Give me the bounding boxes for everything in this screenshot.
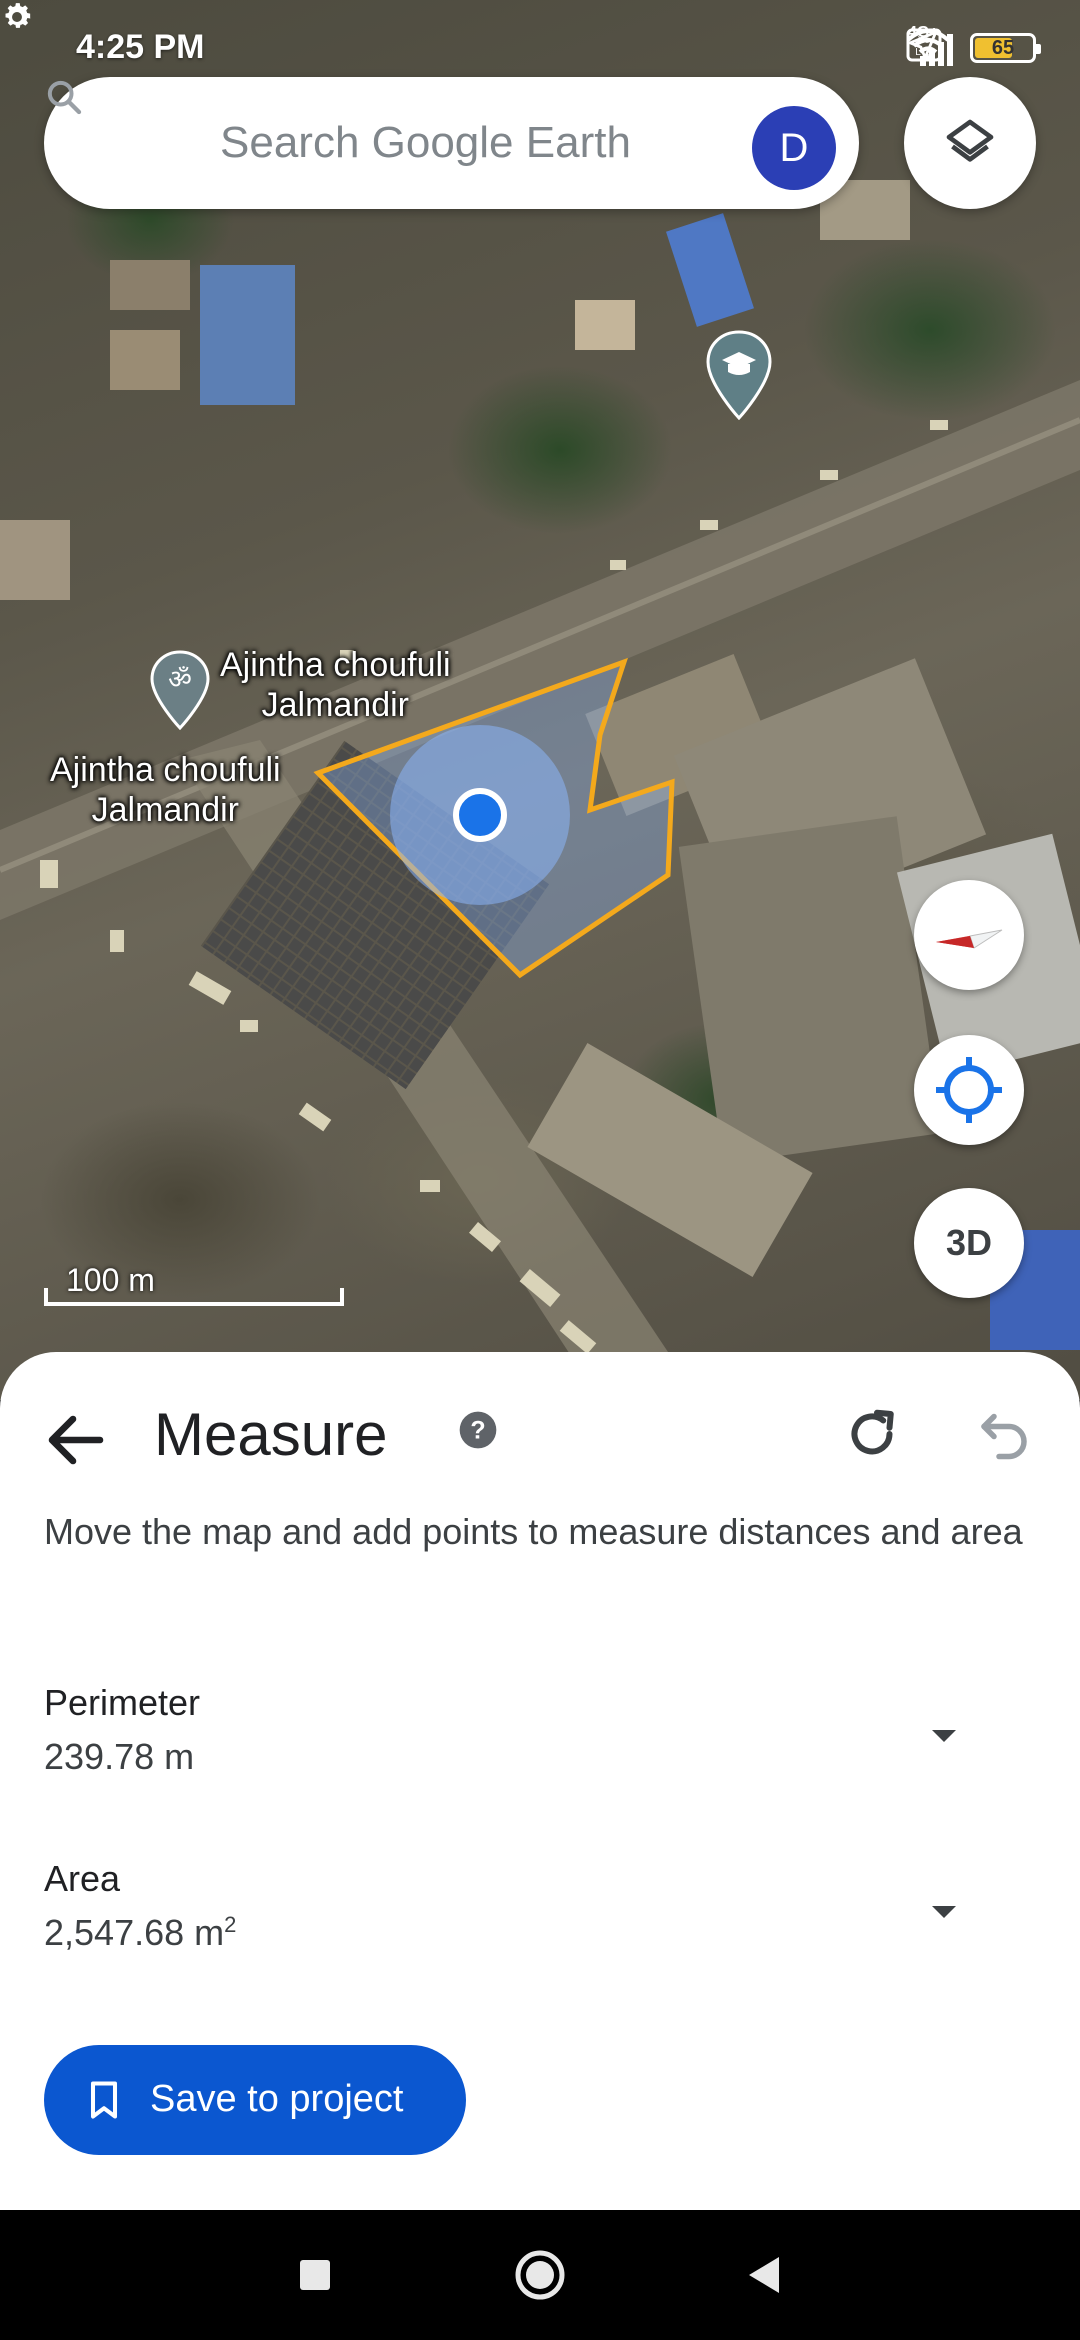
school-pin-icon[interactable] bbox=[706, 330, 772, 420]
back-arrow-icon[interactable] bbox=[40, 1404, 112, 1476]
layers-button[interactable] bbox=[904, 77, 1036, 209]
place-label-line1: Ajintha choufuli bbox=[220, 646, 451, 684]
place-label-line2: Jalmandir bbox=[261, 686, 409, 724]
measure-sheet: Measure ? Move the map and add points to… bbox=[0, 1352, 1080, 2210]
perimeter-row[interactable]: Perimeter 239.78 m bbox=[44, 1682, 1044, 1802]
perimeter-value: 239.78 m bbox=[44, 1736, 195, 1777]
measure-instructions: Move the map and add points to measure d… bbox=[44, 1511, 1023, 1552]
redo-icon[interactable] bbox=[842, 1404, 902, 1464]
place-label[interactable]: Ajintha choufuli Jalmandir bbox=[220, 645, 451, 725]
place-label[interactable]: Ajintha choufuli Jalmandir bbox=[50, 750, 281, 830]
help-icon[interactable]: ? bbox=[458, 1410, 498, 1450]
compass-button[interactable] bbox=[914, 880, 1024, 990]
sheet-title: Measure bbox=[154, 1401, 388, 1468]
status-icons: Vo LTE 4G+ 65 bbox=[906, 24, 1041, 68]
area-unit-dropdown-icon[interactable] bbox=[920, 1888, 968, 1936]
home-icon[interactable] bbox=[510, 2245, 570, 2305]
system-nav-bar bbox=[0, 2210, 1080, 2340]
bookmark-icon bbox=[90, 2081, 118, 2119]
measure-cursor-dot bbox=[453, 788, 507, 842]
perimeter-unit-dropdown-icon[interactable] bbox=[920, 1712, 968, 1760]
area-value-wrapper: 2,547.68 m2 bbox=[44, 1912, 236, 1954]
svg-text:ॐ: ॐ bbox=[168, 665, 192, 695]
status-time: 4:25 PM bbox=[76, 28, 205, 66]
area-row[interactable]: Area 2,547.68 m2 bbox=[44, 1858, 1044, 1978]
gear-icon bbox=[5, 3, 31, 28]
area-unit-superscript: 2 bbox=[224, 1912, 237, 1937]
signal-icon: 4G+ bbox=[906, 24, 956, 68]
crosshair-icon bbox=[936, 1057, 1002, 1123]
recents-icon[interactable] bbox=[285, 2245, 345, 2305]
battery-icon: 65 bbox=[970, 33, 1041, 63]
save-to-project-label: Save to project bbox=[150, 2078, 404, 2120]
account-avatar[interactable]: D bbox=[752, 106, 836, 190]
area-value: 2,547.68 m bbox=[44, 1912, 225, 1953]
satellite-map[interactable]: 4:25 PM Vo LTE 4G+ 65 Search Google Eart… bbox=[0, 0, 1080, 1400]
layers-icon bbox=[946, 119, 994, 162]
perimeter-label: Perimeter bbox=[44, 1682, 201, 1723]
compass-icon bbox=[936, 929, 1003, 949]
back-icon[interactable] bbox=[735, 2245, 795, 2305]
place-label-line2: Jalmandir bbox=[91, 791, 239, 829]
my-location-button[interactable] bbox=[914, 1035, 1024, 1145]
temple-pin-icon[interactable]: ॐ bbox=[150, 650, 210, 730]
area-label: Area bbox=[44, 1858, 121, 1899]
search-icon bbox=[47, 80, 82, 115]
save-to-project-button[interactable]: Save to project bbox=[44, 2045, 466, 2155]
search-bar[interactable] bbox=[44, 77, 859, 209]
scale-bar bbox=[44, 1288, 344, 1306]
search-input[interactable] bbox=[220, 113, 780, 173]
undo-icon[interactable] bbox=[974, 1404, 1034, 1464]
toggle-3d-button[interactable]: 3D bbox=[914, 1188, 1024, 1298]
svg-text:?: ? bbox=[470, 1416, 485, 1444]
place-label-line1: Ajintha choufuli bbox=[50, 751, 281, 789]
battery-level: 65 bbox=[991, 37, 1015, 59]
